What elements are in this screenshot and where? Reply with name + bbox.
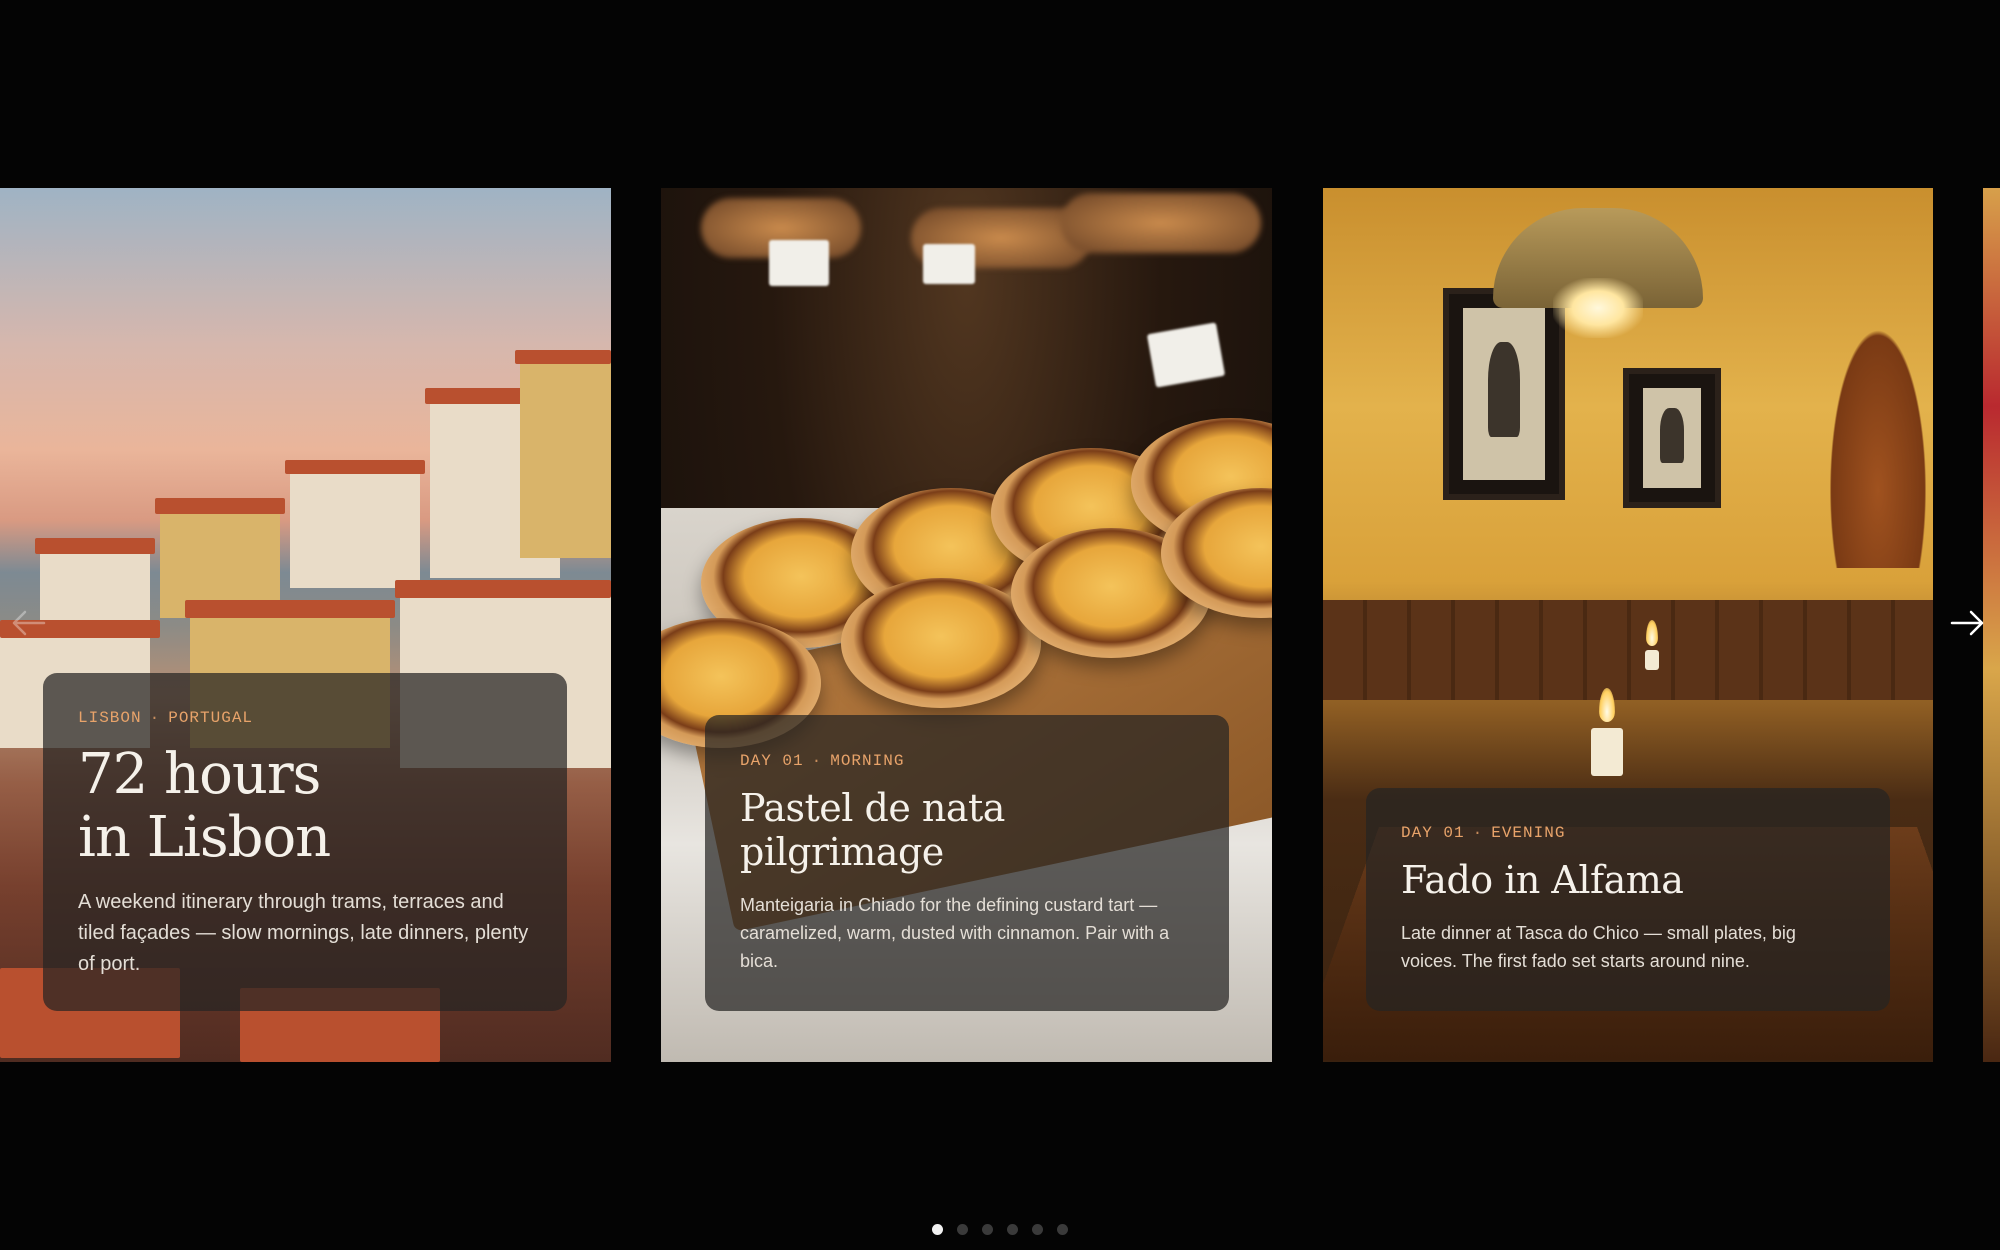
carousel-card-pastel-de-nata[interactable]: DAY 01 · MORNING Pastel de nata pilgrimage … xyxy=(661,188,1272,1062)
card-description: Manteigaria in Chiado for the defining c… xyxy=(740,895,1170,971)
card-info-panel: DAY 01 · EVENING Fado in Alfama Late dinne… xyxy=(1366,788,1890,1011)
arrow-left-icon xyxy=(12,610,46,636)
pagination-dot[interactable] xyxy=(957,1224,968,1235)
pagination-dot[interactable] xyxy=(932,1224,943,1235)
card-title: Fado in Alfama xyxy=(1401,858,1684,902)
pagination-dot[interactable] xyxy=(1032,1224,1043,1235)
arrow-right-icon xyxy=(1950,610,1984,636)
carousel-card-fado[interactable]: DAY 01 · EVENING Fado in Alfama Late dinne… xyxy=(1323,188,1933,1062)
card-info-panel: LISBON · PORTUGAL 72 hours in Lisbon A week… xyxy=(43,673,567,1011)
card-title: 72 hours in Lisbon xyxy=(78,742,331,870)
card-info-panel: DAY 01 · MORNING Pastel de nata pilgrimage … xyxy=(705,715,1229,1011)
carousel-next-button[interactable] xyxy=(1948,603,1988,643)
carousel-pagination xyxy=(0,1224,2000,1235)
carousel-prev-button[interactable] xyxy=(8,603,48,643)
card-eyebrow: DAY 01 · EVENING xyxy=(1401,824,1566,842)
card-description: A weekend itinerary through trams, terra… xyxy=(78,891,529,975)
carousel-card-lisbon[interactable]: LISBON · PORTUGAL 72 hours in Lisbon A week… xyxy=(0,188,611,1062)
carousel-track: LISBON · PORTUGAL 72 hours in Lisbon A week… xyxy=(0,0,2000,1250)
pagination-dot[interactable] xyxy=(1007,1224,1018,1235)
pagination-dot[interactable] xyxy=(1057,1224,1068,1235)
card-eyebrow: LISBON · PORTUGAL xyxy=(78,709,254,727)
pagination-dot[interactable] xyxy=(982,1224,993,1235)
card-description: Late dinner at Tasca do Chico — small pl… xyxy=(1401,923,1796,971)
card-title: Pastel de nata pilgrimage xyxy=(740,786,1005,874)
card-eyebrow: DAY 01 · MORNING xyxy=(740,752,905,770)
